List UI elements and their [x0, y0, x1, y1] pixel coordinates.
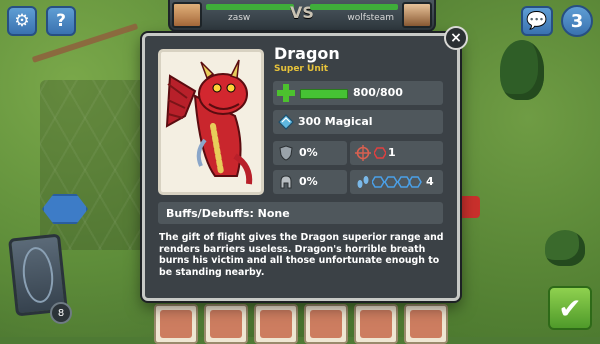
magic-attack-icon [278, 114, 294, 130]
crosshair-icon [355, 145, 371, 161]
help-button[interactable]: ? [46, 6, 76, 36]
red-team-marker[interactable] [458, 196, 480, 218]
hand-card[interactable] [304, 304, 348, 344]
right-player-health-bar [310, 4, 398, 10]
hand-card[interactable] [204, 304, 248, 344]
magic-resist-value: 0% [299, 175, 318, 188]
footprints-icon [357, 176, 369, 188]
hand-card[interactable] [254, 304, 298, 344]
right-player-avatar [402, 2, 432, 28]
dragon-card-portrait [158, 49, 264, 195]
unit-name: Dragon [274, 44, 340, 63]
health-value: 800/800 [353, 86, 403, 99]
movement-hex-icons [372, 176, 422, 188]
card-hand [148, 304, 448, 344]
tree-decoration [500, 40, 544, 100]
hand-card[interactable] [354, 304, 398, 344]
left-player-health-bar [206, 4, 294, 10]
helmet-icon [280, 175, 292, 189]
range-hex-icon [374, 147, 386, 159]
range-stat: 1 [350, 141, 443, 165]
dragon-illustration [165, 59, 253, 185]
bush-decoration [545, 230, 585, 266]
shield-icon [279, 145, 293, 161]
close-dialog-button[interactable]: × [444, 26, 468, 50]
hand-card[interactable] [404, 304, 448, 344]
left-player-avatar [172, 2, 202, 28]
range-value: 1 [388, 146, 396, 159]
attack-row: 300 Magical [273, 110, 443, 134]
movement-stat: 4 [350, 170, 443, 194]
armor-value: 0% [299, 146, 318, 159]
health-row: 800/800 [273, 81, 443, 105]
health-plus-icon [277, 84, 295, 102]
confirm-checkmark-button[interactable]: ✔ [548, 286, 592, 330]
left-player-name: zasw [228, 13, 251, 23]
armor-stat: 0% [273, 141, 347, 165]
buffs-panel: Buffs/Debuffs: None [158, 202, 443, 224]
magic-resist-stat: 0% [273, 170, 347, 194]
health-bar [300, 89, 348, 99]
player-versus-bar: zasw VS wolfsteam [168, 0, 436, 32]
hand-card[interactable] [154, 304, 198, 344]
settings-gear-icon[interactable]: ⚙ [7, 6, 37, 36]
attack-value: 300 Magical [298, 115, 373, 128]
unit-description: The gift of flight gives the Dragon supe… [159, 232, 444, 278]
chat-icon[interactable]: 💬 [521, 6, 553, 36]
deck-count-badge: 8 [50, 302, 72, 324]
buffs-label: Buffs/Debuffs: None [166, 207, 290, 220]
right-player-name: wolfsteam [347, 13, 394, 23]
turn-counter-badge: 3 [561, 5, 593, 37]
unit-type: Super Unit [274, 64, 329, 74]
movement-value: 4 [426, 175, 434, 188]
